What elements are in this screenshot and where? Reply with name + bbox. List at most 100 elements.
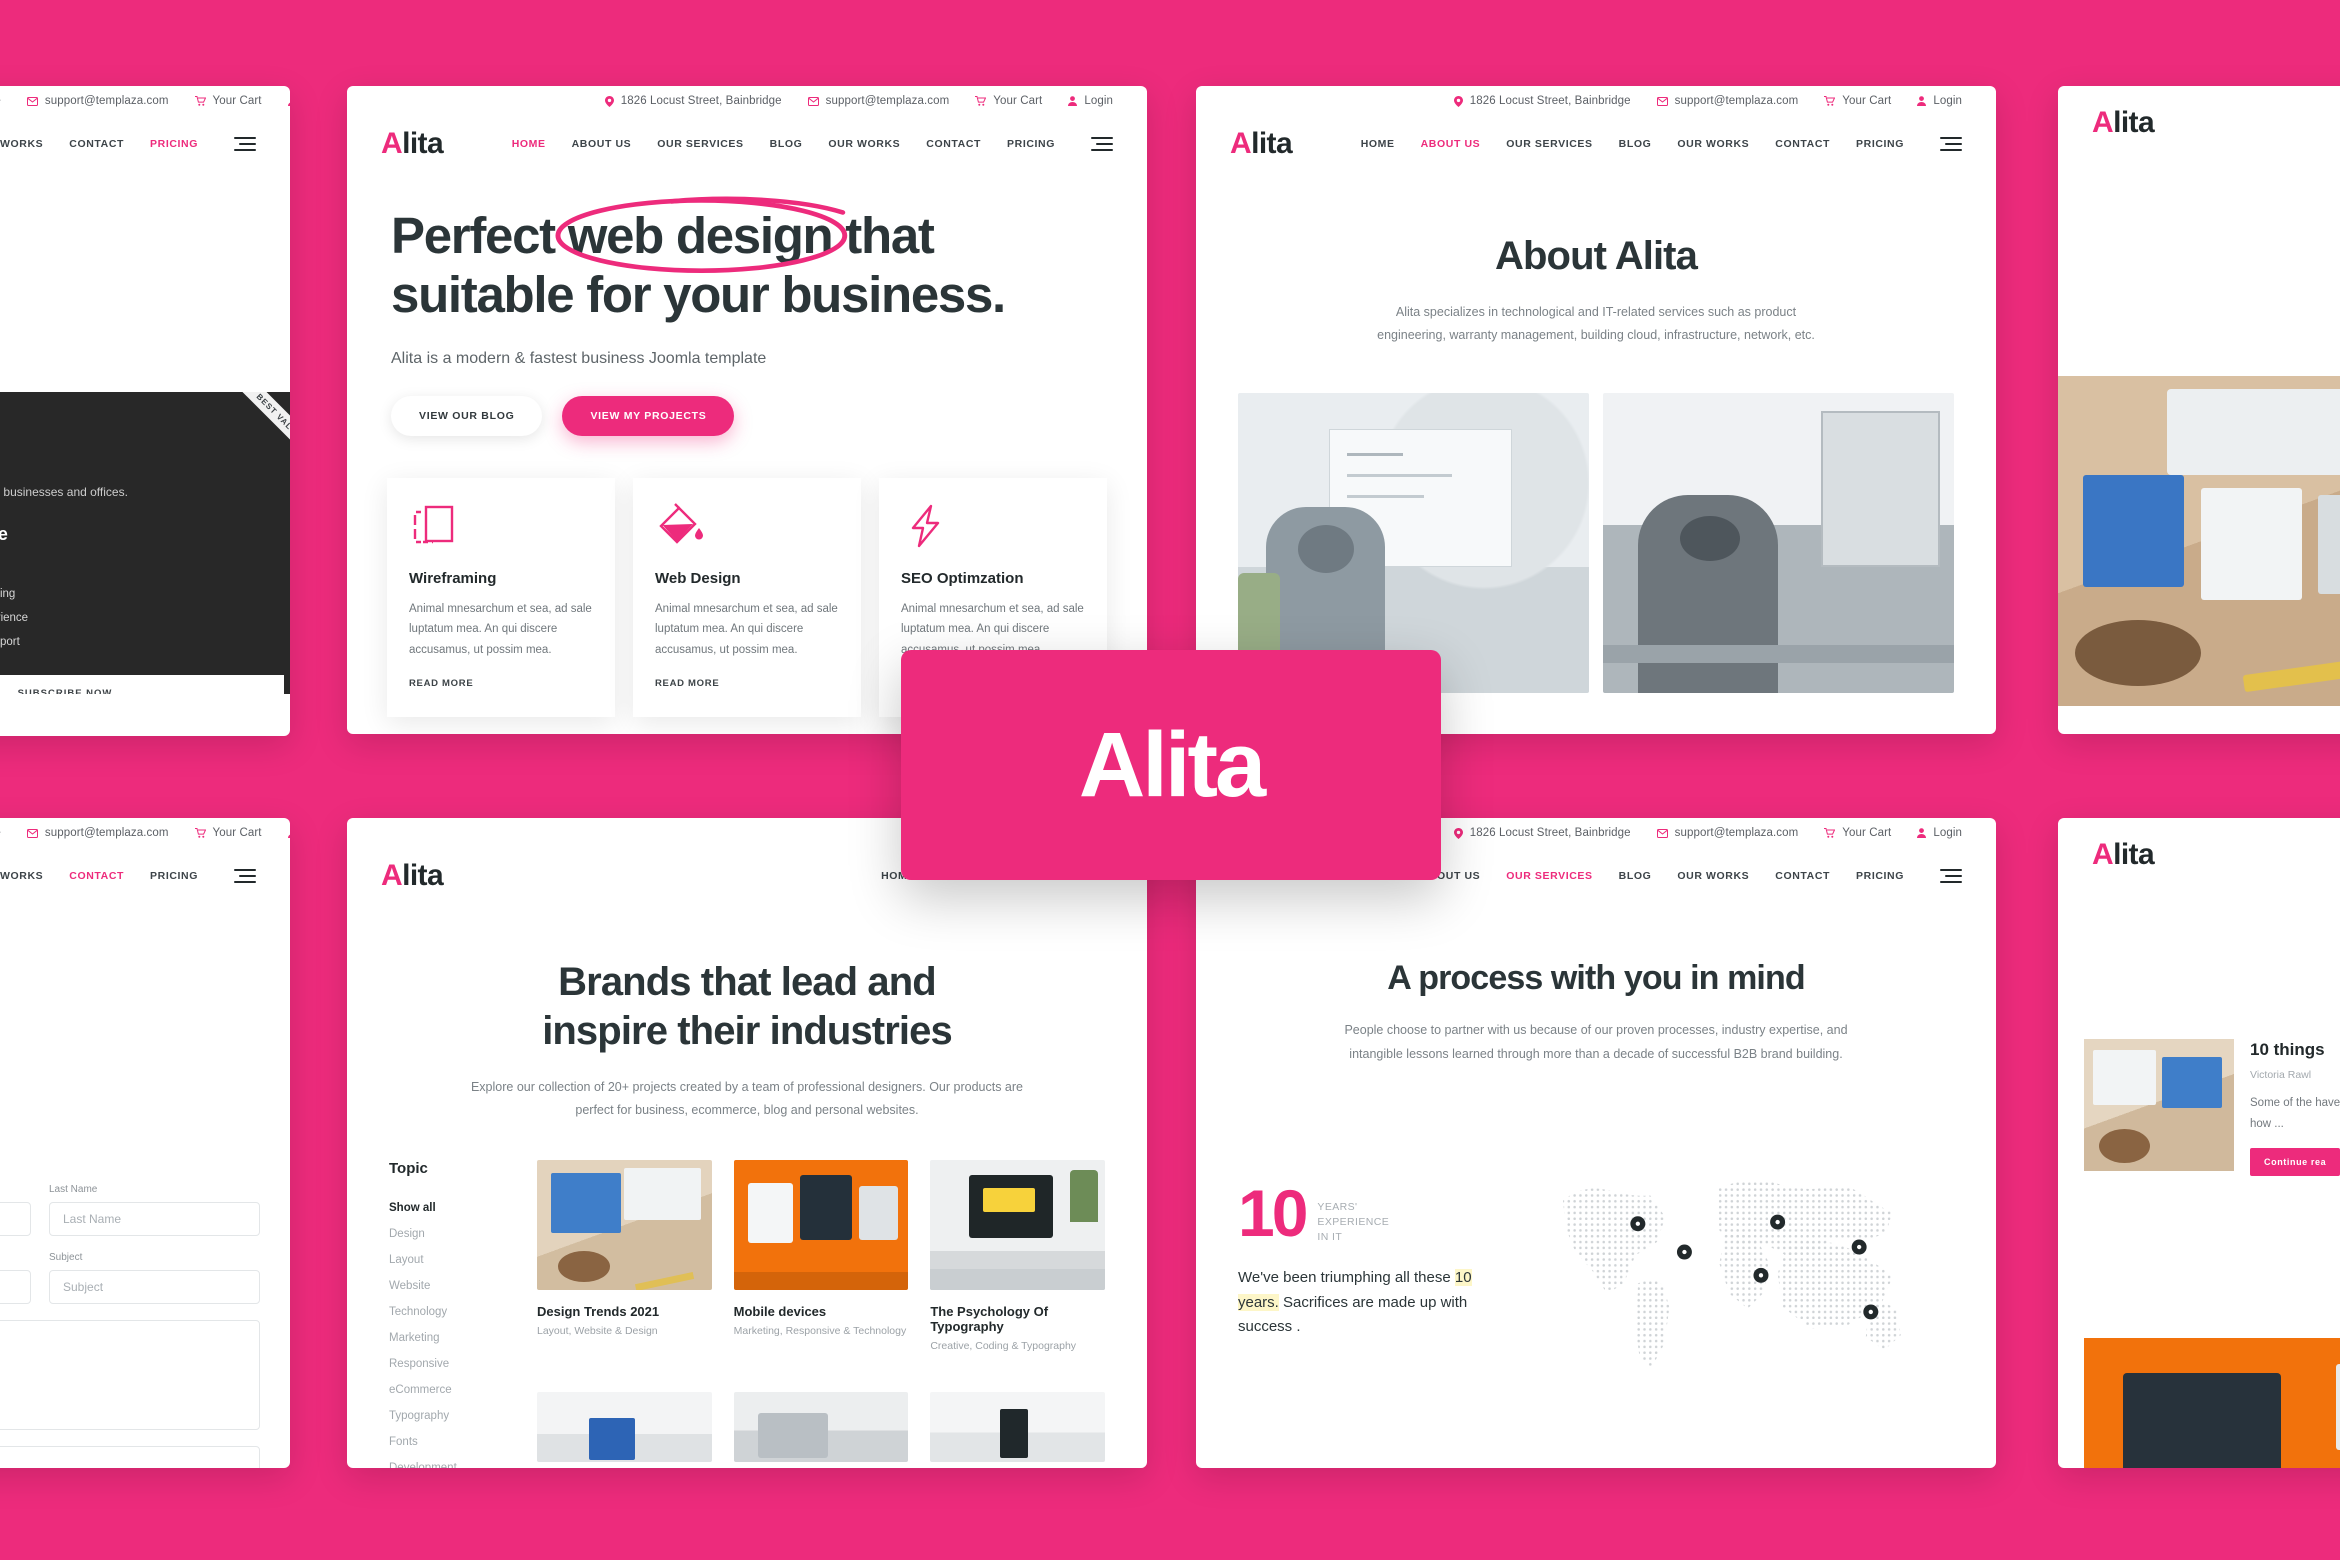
utility-email[interactable]: support@templaza.com <box>26 827 169 839</box>
post-card[interactable] <box>733 1392 909 1468</box>
works-card: 1826 Locust Street, Bainbridge Alita HOM… <box>347 818 1147 1468</box>
post-card[interactable]: Design Trends 2021 Layout, Website & Des… <box>537 1159 712 1371</box>
topic-item-development[interactable]: Development <box>389 1455 507 1468</box>
topic-item-marketing[interactable]: Marketing <box>389 1325 507 1351</box>
nav-menu: HOME ABOUT US OUR SERVICES BLOG OUR WORK… <box>1361 137 1962 151</box>
hamburger-menu-icon[interactable] <box>1091 137 1113 151</box>
utility-cart[interactable]: Your Cart <box>1824 827 1891 839</box>
feature-card[interactable]: Wireframing Animal mnesarchum et sea, ad… <box>387 478 615 717</box>
view-my-projects-button[interactable]: VIEW MY PROJECTS <box>562 396 735 437</box>
nav-item-pricing[interactable]: PRICING <box>1856 138 1904 150</box>
utility-login[interactable]: Login <box>1917 827 1962 839</box>
plan-feature-list: ✓Unlimited project ✓Power And Predictive… <box>0 559 284 655</box>
hamburger-menu-icon[interactable] <box>234 137 256 151</box>
utility-address-text: 1826 Locust Street, Bainbridge <box>620 95 782 107</box>
topic-item-show-all[interactable]: Show all <box>389 1195 507 1221</box>
nav-item-home[interactable]: HOME <box>1361 138 1395 150</box>
continue-reading-button[interactable]: Continue rea <box>2250 1148 2340 1177</box>
nav-item-contact[interactable]: CONTACT <box>69 138 124 150</box>
nav-item-pricing[interactable]: PRICING <box>1007 138 1055 150</box>
nav-item-our-works[interactable]: OUR WORKS <box>1677 870 1749 882</box>
utility-login[interactable]: Login <box>1917 95 1962 107</box>
read-more-link[interactable]: READ MORE <box>409 678 593 689</box>
logo[interactable]: Alita <box>381 127 444 160</box>
nav-item-our-services[interactable]: OUR SERVICES <box>1506 138 1592 150</box>
topic-item-layout[interactable]: Layout <box>389 1247 507 1273</box>
read-more-link[interactable]: READ MORE <box>655 678 839 689</box>
utility-cart[interactable]: Your Cart <box>975 95 1042 107</box>
topic-item-fonts[interactable]: Fonts <box>389 1429 507 1455</box>
utility-cart[interactable]: Your Cart <box>1824 95 1891 107</box>
utility-cart[interactable]: Your Cart <box>194 827 262 839</box>
post-card[interactable]: The Psychology Of Typography Creative, C… <box>930 1159 1105 1371</box>
feature-card[interactable]: Web Design Animal mnesarchum et sea, ad … <box>633 478 861 717</box>
post-card[interactable]: Mobile devices Marketing, Responsive & T… <box>733 1159 909 1371</box>
right-post-text: 10 things Victoria Rawl Some of the have… <box>2250 1039 2340 1177</box>
utility-email[interactable]: support@templaza.com <box>26 95 169 107</box>
nav-item-about-us[interactable]: ABOUT US <box>572 138 632 150</box>
topic-item-responsive[interactable]: Responsive <box>389 1351 507 1377</box>
utility-address-text: 1826 Locust Street, Bainbridge <box>1469 827 1631 839</box>
subject-input[interactable]: Subject <box>49 1270 260 1304</box>
nav-item-our-services[interactable]: OUR SERVICES <box>657 138 743 150</box>
nav-item-contact[interactable]: CONTACT <box>1775 138 1830 150</box>
utility-email[interactable]: support@templaza.com <box>1656 95 1799 107</box>
stat-body: We've been triumphing all these 10 years… <box>1238 1266 1508 1339</box>
post-meta: Marketing, Responsive & Technology <box>733 1324 907 1337</box>
hero-section: Perfect web design that suitable for your… <box>347 172 1147 437</box>
logo-rest: lita <box>2113 838 2155 871</box>
topic-item-design[interactable]: Design <box>389 1221 507 1247</box>
right-bottom-photo <box>2084 1338 2340 1468</box>
nav-item-contact[interactable]: CONTACT <box>69 870 124 882</box>
topic-item-ecommerce[interactable]: eCommerce <box>389 1377 507 1403</box>
first-name-input[interactable]: First Name <box>0 1202 31 1236</box>
subscribe-now-button[interactable]: SUBSCRIBE NOW <box>0 675 284 694</box>
nav-item-pricing[interactable]: PRICING <box>1856 870 1904 882</box>
nav-item-home[interactable]: HOME <box>512 138 546 150</box>
nav-item-about-us[interactable]: ABOUT US <box>1421 138 1481 150</box>
nav-item-pricing[interactable]: PRICING <box>150 870 198 882</box>
logo[interactable]: Alita <box>2092 108 2155 138</box>
nav-item-blog[interactable]: BLOG <box>1619 870 1652 882</box>
email-input[interactable]: Email <box>0 1270 31 1304</box>
hamburger-menu-icon[interactable] <box>1940 137 1962 151</box>
utility-email[interactable]: support@templaza.com <box>807 95 950 107</box>
feature-title: Web Design <box>655 570 741 588</box>
utility-login[interactable]: Login <box>287 827 290 839</box>
nav-item-contact[interactable]: CONTACT <box>1775 870 1830 882</box>
nav-item-our-services[interactable]: OUR SERVICES <box>1506 870 1592 882</box>
nav-item-blog[interactable]: BLOG <box>1619 138 1652 150</box>
nav-item-our-works[interactable]: OUR WORKS <box>0 138 43 150</box>
topic-item-technology[interactable]: Technology <box>389 1299 507 1325</box>
nav-item-our-works[interactable]: OUR WORKS <box>0 870 43 882</box>
utility-login[interactable]: Login <box>287 95 290 107</box>
topic-item-website[interactable]: Website <box>389 1273 507 1299</box>
utility-cart[interactable]: Your Cart <box>194 95 262 107</box>
right-bottom-card: Alita Re You are h 10 things Victoria Ra… <box>2058 818 2340 1468</box>
topic-item-typography[interactable]: Typography <box>389 1403 507 1429</box>
message-textarea[interactable]: Message <box>0 1320 260 1430</box>
logo-rest: lita <box>402 127 444 160</box>
nav-item-pricing[interactable]: PRICING <box>150 138 198 150</box>
right-post-row[interactable]: 10 things Victoria Rawl Some of the have… <box>2058 1003 2340 1177</box>
topic-filter: Topic Show all Design Layout Website Tec… <box>389 1160 507 1468</box>
hamburger-menu-icon[interactable] <box>1940 869 1962 883</box>
view-our-blog-button[interactable]: VIEW OUR BLOG <box>391 396 543 437</box>
post-card[interactable] <box>537 1392 712 1468</box>
utility-login[interactable]: Login <box>1068 95 1113 107</box>
last-name-input[interactable]: Last Name <box>49 1202 260 1236</box>
logo[interactable]: Alita <box>2092 838 2155 871</box>
logo[interactable]: Alita <box>381 861 444 891</box>
extra-input[interactable] <box>0 1446 260 1468</box>
about-photo-whiteboard <box>1238 393 1589 694</box>
form-row: First Name First Name Last Name Last Nam… <box>0 1184 260 1236</box>
nav-item-blog[interactable]: BLOG <box>770 138 803 150</box>
utility-email[interactable]: support@templaza.com <box>1656 827 1799 839</box>
utility-address: 1826 Locust Street, Bainbridge <box>1453 827 1631 839</box>
nav-item-our-works[interactable]: OUR WORKS <box>828 138 900 150</box>
post-card[interactable] <box>930 1392 1105 1468</box>
nav-item-contact[interactable]: CONTACT <box>926 138 981 150</box>
hamburger-menu-icon[interactable] <box>234 869 256 883</box>
nav-item-our-works[interactable]: OUR WORKS <box>1677 138 1749 150</box>
logo[interactable]: Alita <box>1230 129 1293 159</box>
